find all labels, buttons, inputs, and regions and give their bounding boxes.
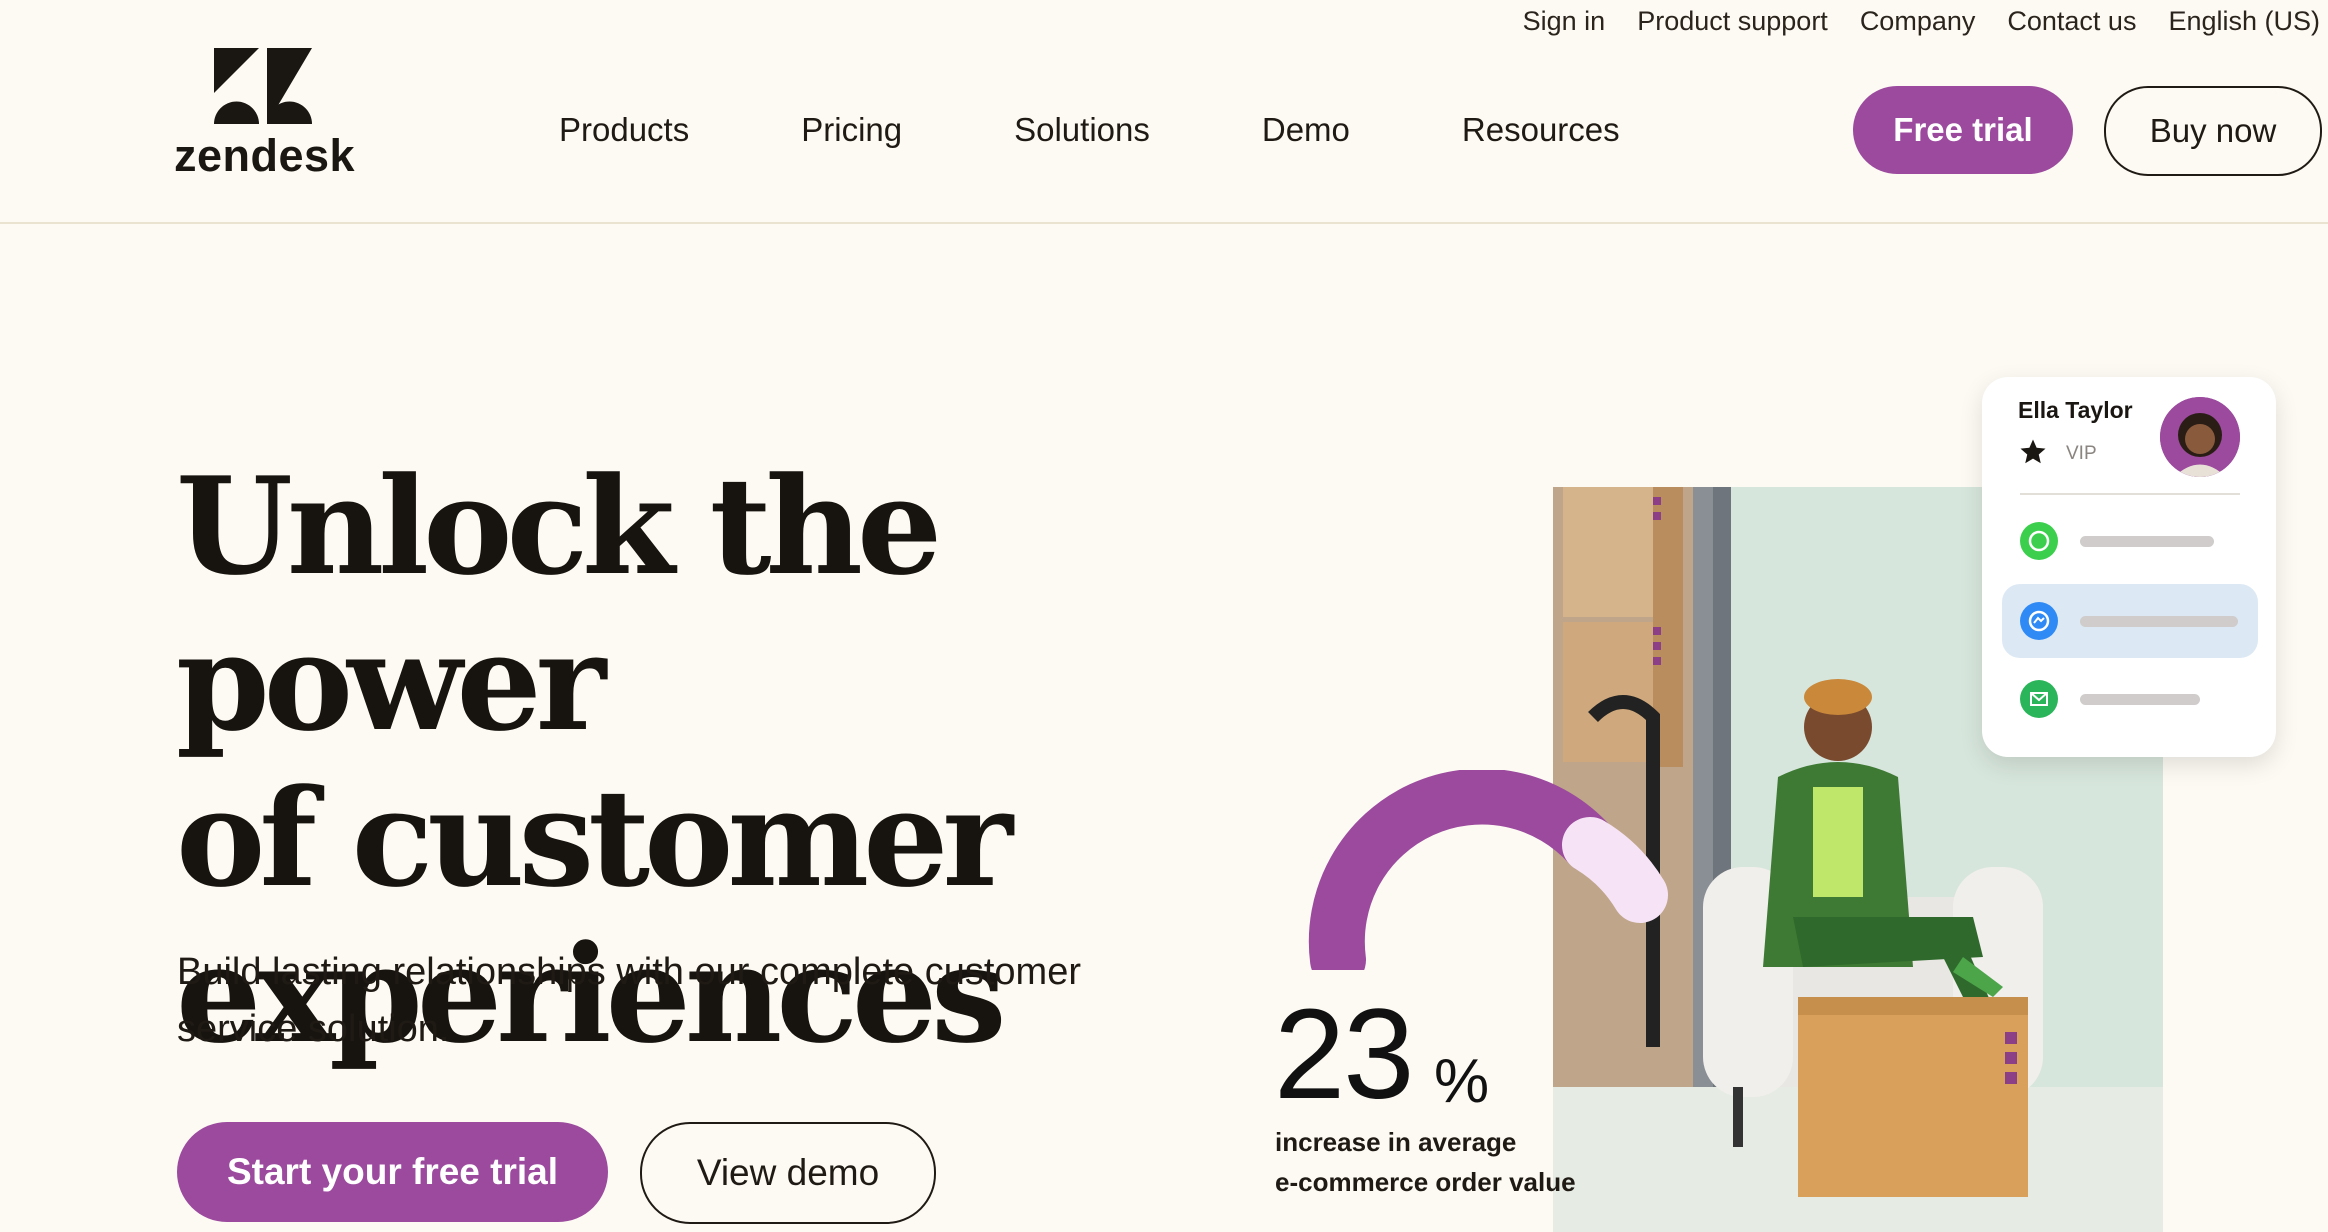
placeholder-line xyxy=(2080,616,2238,627)
product-support-link[interactable]: Product support xyxy=(1637,6,1828,37)
company-link[interactable]: Company xyxy=(1860,6,1976,37)
view-demo-button[interactable]: View demo xyxy=(640,1122,936,1224)
start-free-trial-button[interactable]: Start your free trial xyxy=(177,1122,608,1222)
hero-title-line: Unlock the power xyxy=(176,447,942,761)
main-nav: Products Pricing Solutions Demo Resource… xyxy=(559,102,1620,158)
messenger-icon xyxy=(2020,602,2058,640)
placeholder-line xyxy=(2080,694,2200,705)
stat-number: 23 xyxy=(1274,983,1414,1126)
nav-products[interactable]: Products xyxy=(559,111,689,149)
sign-in-link[interactable]: Sign in xyxy=(1523,6,1606,37)
utility-nav: Sign in Product support Company Contact … xyxy=(1491,0,2320,42)
stat-unit: % xyxy=(1434,1047,1490,1116)
zendesk-logo-icon xyxy=(214,48,312,124)
nav-solutions[interactable]: Solutions xyxy=(1014,111,1150,149)
customer-name: Ella Taylor xyxy=(2018,397,2133,423)
star-icon xyxy=(2020,439,2046,464)
stat-caption-line: increase in average xyxy=(1275,1127,1517,1157)
card-divider xyxy=(2020,493,2240,495)
placeholder-line xyxy=(2080,536,2214,547)
avatar xyxy=(2160,397,2240,477)
logo-wordmark: zendesk xyxy=(174,130,356,181)
channel-row-email[interactable] xyxy=(2002,662,2258,736)
channel-row-whatsapp[interactable] xyxy=(2002,504,2258,578)
customer-profile-card: Ella Taylor VIP xyxy=(1982,377,2276,757)
stat-gauge xyxy=(1308,770,1668,970)
zendesk-logo[interactable]: zendesk xyxy=(174,48,355,181)
hero-subtitle: Build lasting relationships with our com… xyxy=(177,951,1081,1050)
language-selector[interactable]: English (US) xyxy=(2168,6,2320,37)
hero-title-line: of customer xyxy=(176,759,1013,917)
whatsapp-icon xyxy=(2020,522,2058,560)
stat-caption-line: e-commerce order value xyxy=(1275,1167,1576,1197)
customer-tier: VIP xyxy=(2066,443,2097,464)
buy-now-button[interactable]: Buy now xyxy=(2104,86,2322,176)
nav-resources[interactable]: Resources xyxy=(1462,111,1620,149)
contact-us-link[interactable]: Contact us xyxy=(2007,6,2136,37)
stat-caption: increase in average e-commerce order val… xyxy=(1275,1122,1576,1202)
channel-row-messenger[interactable] xyxy=(2002,584,2258,658)
nav-demo[interactable]: Demo xyxy=(1262,111,1350,149)
free-trial-button[interactable]: Free trial xyxy=(1853,86,2073,174)
email-icon xyxy=(2020,680,2058,718)
nav-pricing[interactable]: Pricing xyxy=(801,111,902,149)
header-divider xyxy=(0,222,2328,224)
